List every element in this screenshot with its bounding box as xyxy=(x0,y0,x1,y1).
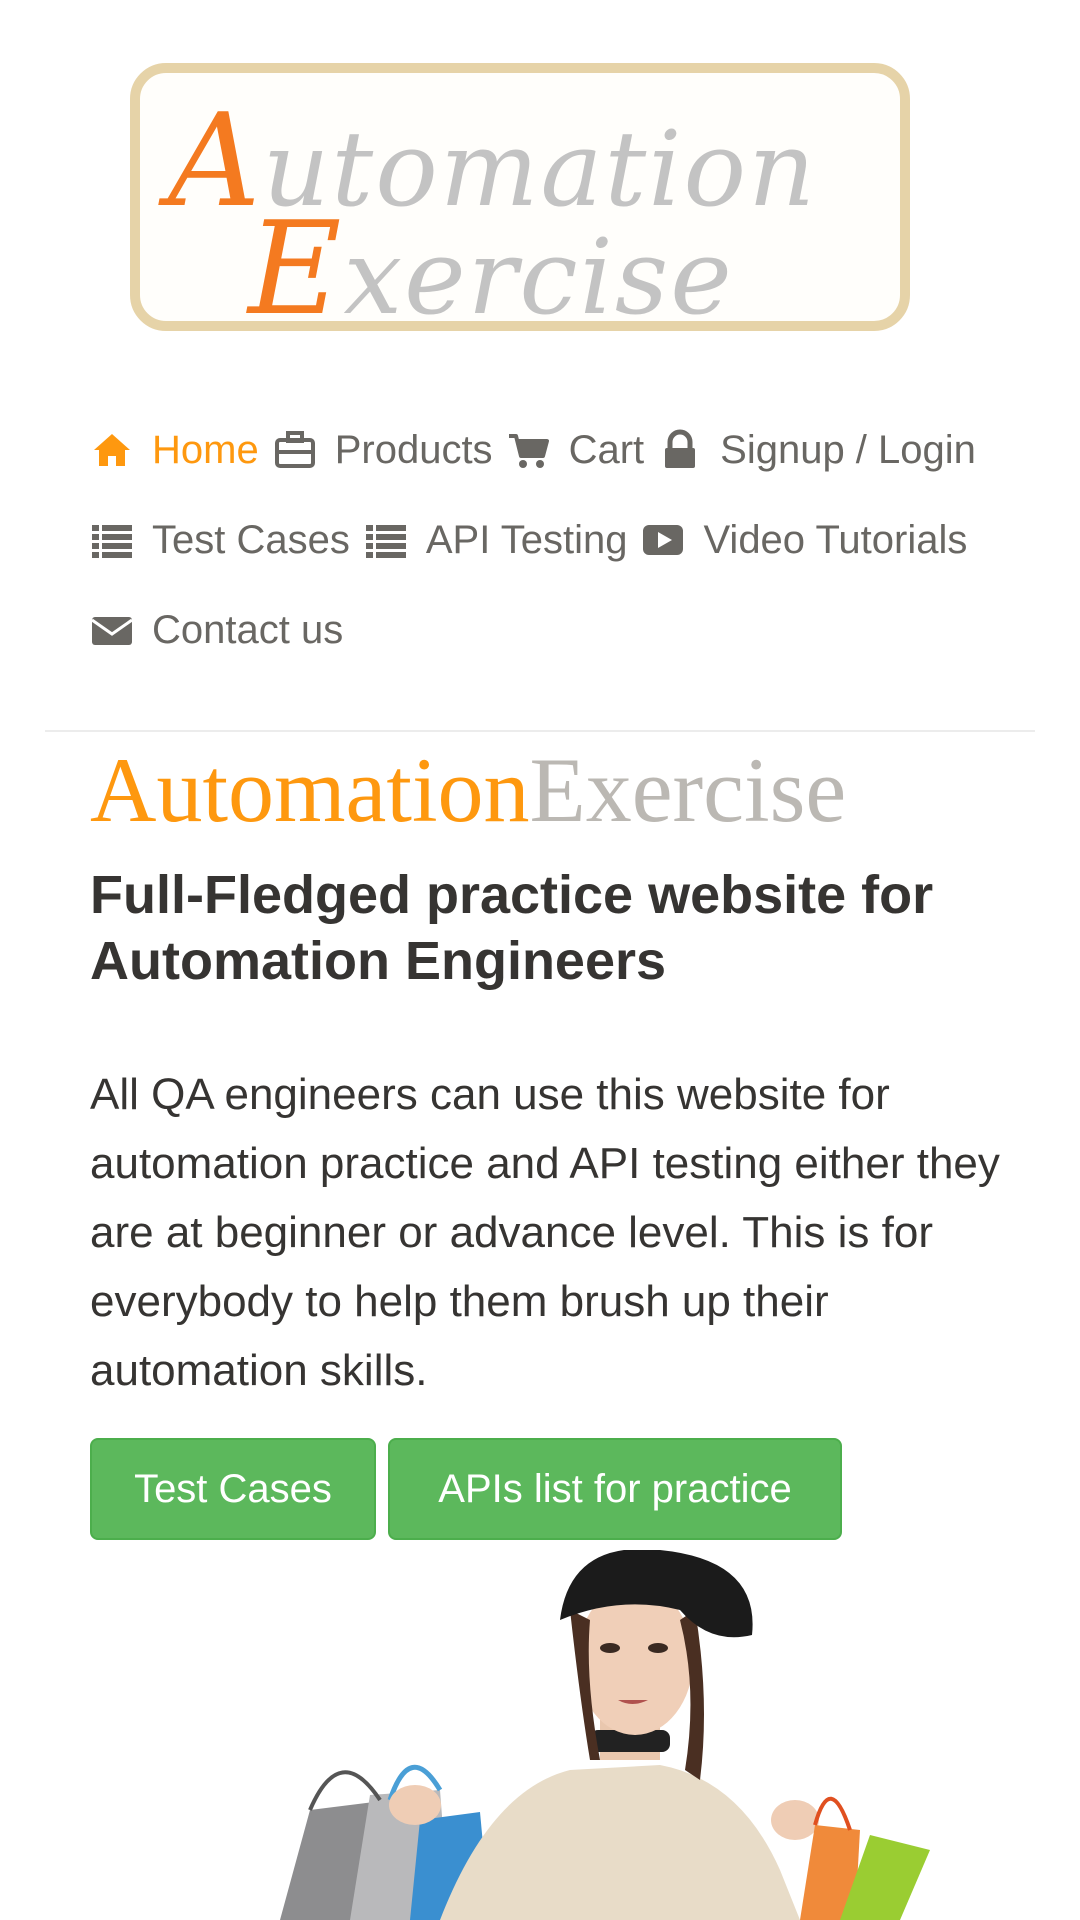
hero-description: All QA engineers can use this website fo… xyxy=(90,1070,1000,1395)
nav-link-test-cases[interactable]: Test Cases xyxy=(90,518,350,563)
nav-link-cart[interactable]: Cart xyxy=(507,427,645,473)
nav-label: API Testing xyxy=(425,517,628,562)
nav-label: Products xyxy=(334,427,493,472)
envelope-icon xyxy=(90,608,134,652)
apis-list-button[interactable]: APIs list for practice xyxy=(388,1438,842,1540)
shopping-cart-icon xyxy=(507,428,551,472)
nav-row-2: Test Cases API Testing Video Tutorials xyxy=(90,495,1050,585)
nav-label: Video Tutorials xyxy=(703,517,968,562)
hero-headline: Full-Fledged practice website for Automa… xyxy=(90,865,934,991)
nav-label: Test Cases xyxy=(152,517,350,562)
nav-link-products[interactable]: Products xyxy=(273,428,493,473)
header-divider xyxy=(45,730,1035,732)
briefcase-icon xyxy=(273,428,317,472)
main-navigation: Home Products Cart Signup / Login Test C… xyxy=(90,405,1050,675)
nav-row-1: Home Products Cart Signup / Login xyxy=(90,405,1050,495)
nav-row-3: Contact us xyxy=(90,585,1050,675)
brand-title: AutomationExercise xyxy=(90,739,847,841)
nav-label: Contact us xyxy=(152,607,344,652)
nav-label: Signup / Login xyxy=(720,427,976,472)
logo-line-2: Exercise xyxy=(248,195,734,344)
list-icon xyxy=(90,518,134,562)
list-icon xyxy=(364,518,408,562)
nav-link-video-tutorials[interactable]: Video Tutorials xyxy=(641,518,967,563)
nav-link-contact-us[interactable]: Contact us xyxy=(90,608,343,653)
nav-label: Home xyxy=(152,427,259,472)
hero-image-shopper xyxy=(280,1550,930,1920)
youtube-play-icon xyxy=(641,518,685,562)
nav-link-home[interactable]: Home xyxy=(90,428,259,473)
site-logo[interactable]: Automation Exercise xyxy=(130,63,910,344)
test-cases-button[interactable]: Test Cases xyxy=(90,1438,376,1540)
nav-link-signup-login[interactable]: Signup / Login xyxy=(658,428,976,473)
lock-icon xyxy=(658,428,702,472)
nav-label: Cart xyxy=(568,427,645,472)
nav-link-api-testing[interactable]: API Testing xyxy=(364,517,628,563)
home-icon xyxy=(90,428,134,472)
